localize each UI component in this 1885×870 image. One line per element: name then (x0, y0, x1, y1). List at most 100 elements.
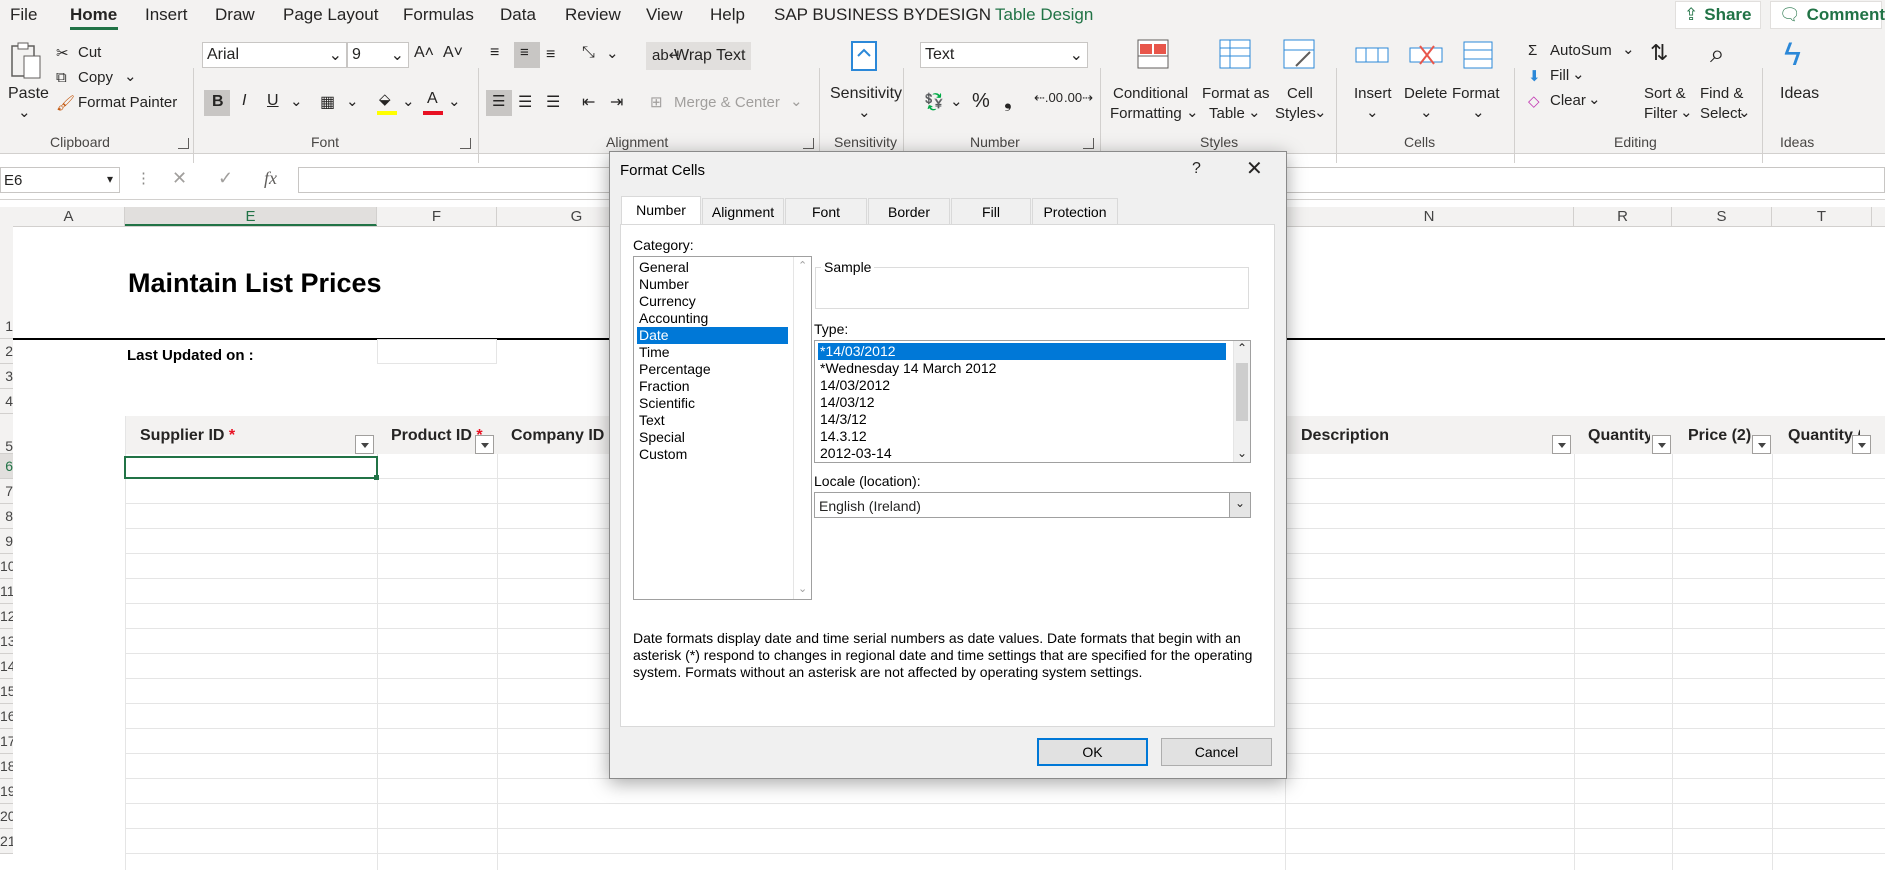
row-header-1[interactable]: 1 (0, 226, 13, 339)
sort-filter-label-2[interactable]: Filter (1644, 105, 1677, 122)
format-as-table-label-2[interactable]: Table (1209, 105, 1245, 122)
number-format-select[interactable]: Text ⌄ (920, 42, 1088, 68)
tab-fill[interactable]: Fill (951, 198, 1031, 224)
paste-button[interactable]: Paste (8, 85, 49, 103)
sort-filter-icon[interactable]: ⇅ (1650, 40, 1668, 66)
menu-file[interactable]: File (10, 5, 37, 25)
increase-font-size-icon[interactable]: A˄ (414, 44, 434, 62)
scroll-thumb[interactable] (1236, 363, 1248, 421)
select-all-corner[interactable] (0, 207, 13, 226)
menu-view[interactable]: View (646, 5, 683, 25)
share-button[interactable]: ⇪ Share (1675, 1, 1761, 29)
ok-button[interactable]: OK (1037, 738, 1148, 766)
row-header-4[interactable]: 4 (0, 389, 13, 414)
filter-dropdown-quantity-2[interactable] (1652, 435, 1671, 454)
menu-review[interactable]: Review (565, 5, 621, 25)
row-header-14[interactable]: 14 (0, 654, 13, 679)
merge-center-button[interactable]: Merge & Center (674, 94, 780, 111)
row-header-15[interactable]: 15 (0, 679, 13, 704)
format-cells-icon[interactable] (1460, 38, 1496, 72)
type-item[interactable]: 14/3/12 (818, 411, 1226, 428)
align-middle-icon[interactable]: ≡ (514, 42, 540, 68)
increase-indent-icon[interactable]: ⇥ (610, 92, 623, 112)
category-item-custom[interactable]: Custom (637, 446, 788, 463)
decrease-font-size-icon[interactable]: A˅ (443, 44, 463, 62)
close-icon[interactable]: ✕ (1246, 156, 1263, 181)
row-header-2[interactable]: 2 (0, 339, 13, 364)
autosum-button[interactable]: AutoSum (1550, 42, 1612, 59)
chevron-down-icon[interactable]: ⌄ (1738, 103, 1751, 121)
tab-alignment[interactable]: Alignment (702, 198, 784, 224)
row-header-17[interactable]: 17 (0, 729, 13, 754)
conditional-formatting-label[interactable]: Conditional (1113, 85, 1188, 102)
format-as-table-label[interactable]: Format as (1202, 85, 1270, 102)
cut-button[interactable]: Cut (78, 44, 101, 61)
format-as-table-icon[interactable] (1218, 38, 1252, 72)
chevron-down-icon[interactable]: ⌄ (1229, 493, 1250, 517)
borders-dropdown-icon[interactable]: ⌄ (346, 92, 359, 110)
orientation-icon[interactable]: ⤡ (582, 44, 595, 62)
category-list[interactable]: General Number Currency Accounting Date … (633, 256, 812, 600)
align-right-icon[interactable]: ☰ (546, 92, 560, 112)
row-header-19[interactable]: 19 (0, 779, 13, 804)
confirm-entry-icon[interactable]: ✓ (218, 168, 233, 189)
column-header-f[interactable]: F (377, 207, 497, 226)
chevron-down-icon[interactable]: ⌄ (1420, 103, 1433, 121)
chevron-down-icon[interactable]: ⌄ (1472, 103, 1485, 121)
underline-dropdown-icon[interactable]: ⌄ (290, 92, 303, 110)
row-header-11[interactable]: 11 (0, 579, 13, 604)
find-select-icon[interactable]: ⌕ (1710, 38, 1725, 70)
category-item-general[interactable]: General (637, 259, 788, 276)
column-header-n[interactable]: N (1285, 207, 1574, 226)
underline-button[interactable]: U (267, 92, 279, 110)
chevron-down-icon[interactable]: ⌄ (1314, 103, 1327, 121)
cancel-button[interactable]: Cancel (1161, 738, 1272, 766)
menu-draw[interactable]: Draw (215, 5, 255, 25)
type-item[interactable]: 2012-03-14 (818, 445, 1226, 462)
conditional-formatting-label-2[interactable]: Formatting (1110, 105, 1182, 122)
clipboard-launcher[interactable] (178, 138, 189, 149)
tab-border[interactable]: Border (868, 198, 950, 224)
menu-table-design[interactable]: Table Design (995, 5, 1093, 25)
row-header-21[interactable]: 21 (0, 829, 13, 854)
clear-dropdown-icon[interactable]: ⌄ (1588, 90, 1601, 108)
category-item-number[interactable]: Number (637, 276, 788, 293)
conditional-formatting-icon[interactable] (1136, 38, 1170, 72)
chevron-down-icon[interactable]: ⌄ (1186, 103, 1199, 121)
menu-formulas[interactable]: Formulas (403, 5, 474, 25)
wrap-text-button[interactable]: ab↵ Wrap Text (646, 42, 751, 70)
category-item-accounting[interactable]: Accounting (637, 310, 788, 327)
borders-icon[interactable]: ▦ (320, 92, 335, 112)
chevron-down-icon[interactable]: ⌄ (1680, 103, 1693, 121)
type-item[interactable]: 14/03/2012 (818, 377, 1226, 394)
name-box-dropdown-icon[interactable]: ▾ (107, 172, 113, 186)
scroll-down-icon[interactable]: ⌄ (798, 582, 807, 595)
find-select-label-2[interactable]: Select (1700, 105, 1742, 122)
category-item-text[interactable]: Text (637, 412, 788, 429)
align-bottom-icon[interactable]: ≡ (546, 46, 555, 64)
comments-button[interactable]: 🗨 Comments (1770, 1, 1885, 29)
paste-icon[interactable] (8, 42, 42, 82)
italic-button[interactable]: I (242, 92, 246, 110)
row-header-7[interactable]: 7 (0, 479, 13, 504)
row-header-5[interactable]: 5 (0, 414, 13, 454)
delete-button[interactable]: Delete (1404, 85, 1447, 102)
decrease-decimal-icon[interactable]: .00⇢ (1064, 90, 1093, 106)
align-center-icon[interactable]: ☰ (518, 92, 532, 112)
tab-protection[interactable]: Protection (1032, 198, 1118, 224)
fill-dropdown-icon[interactable]: ⌄ (1572, 65, 1585, 83)
insert-cells-icon[interactable] (1354, 38, 1390, 72)
type-scrollbar[interactable]: ⌃ ⌄ (1233, 341, 1250, 462)
row-header-8[interactable]: 8 (0, 504, 13, 529)
cancel-entry-icon[interactable]: ✕ (172, 168, 187, 189)
increase-decimal-icon[interactable]: ⇠.00 (1034, 90, 1063, 106)
cell-styles-label[interactable]: Cell (1287, 85, 1313, 102)
last-updated-value-cell[interactable] (377, 339, 497, 364)
row-header-18[interactable]: 18 (0, 754, 13, 779)
fill-button[interactable]: Fill (1550, 67, 1569, 84)
filter-dropdown-product-id[interactable] (475, 435, 494, 454)
font-name-select[interactable]: Arial ⌄ (202, 42, 347, 68)
type-item[interactable]: 14/03/12 (818, 394, 1226, 411)
bold-button[interactable]: B (204, 90, 230, 116)
format-painter-button[interactable]: Format Painter (78, 94, 177, 111)
